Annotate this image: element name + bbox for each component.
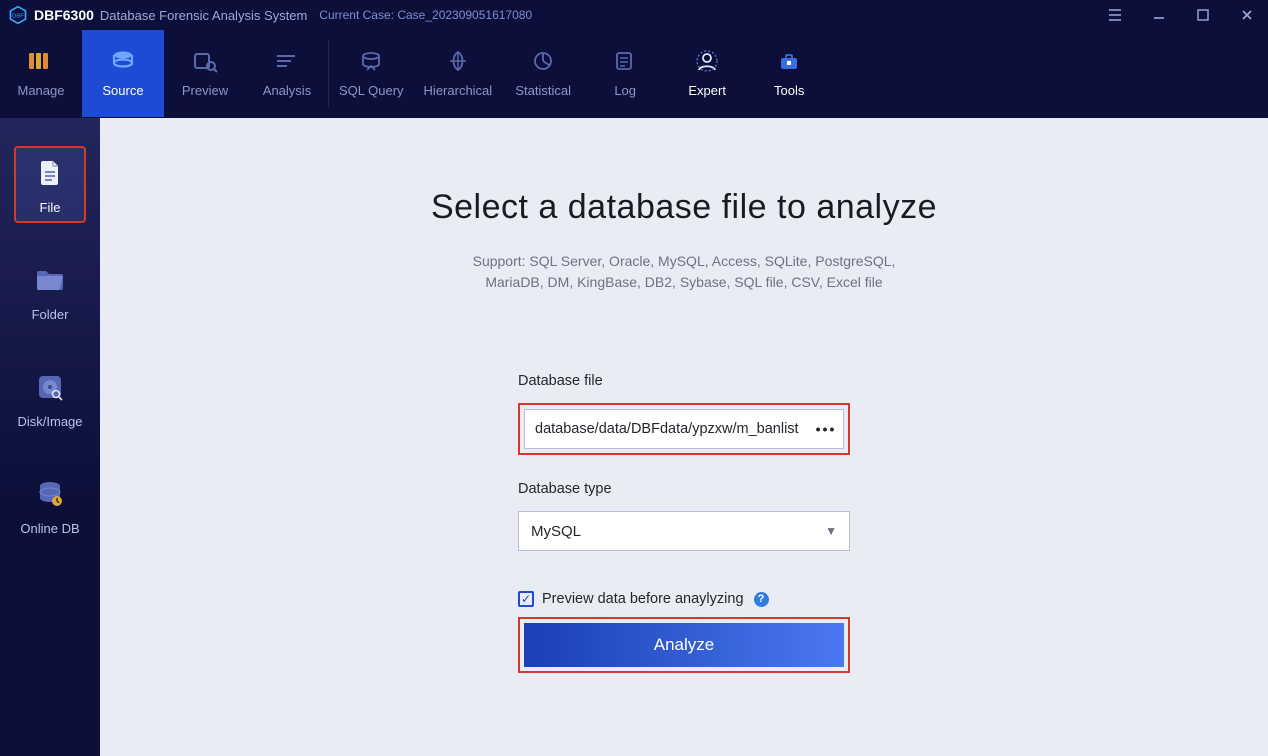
analysis-icon	[273, 47, 301, 75]
hamburger-menu-icon[interactable]	[1100, 0, 1130, 30]
tab-statistical[interactable]: Statistical	[502, 30, 584, 117]
tab-source[interactable]: Source	[82, 30, 164, 117]
db-file-highlight: •••	[518, 403, 850, 455]
tab-sqlquery[interactable]: SQL Query	[329, 30, 414, 117]
maximize-button[interactable]	[1188, 0, 1218, 30]
tab-source-label: Source	[102, 83, 143, 98]
disk-icon	[33, 370, 67, 404]
hierarchical-icon	[444, 47, 472, 75]
tab-preview-label: Preview	[182, 83, 228, 98]
tab-preview[interactable]: Preview	[164, 30, 246, 117]
sidebar-item-diskimage-label: Disk/Image	[17, 414, 82, 429]
close-button[interactable]	[1232, 0, 1262, 30]
tab-hierarchical[interactable]: Hierarchical	[414, 30, 503, 117]
statistical-icon	[529, 47, 557, 75]
tab-tools[interactable]: Tools	[748, 30, 830, 117]
tab-expert-label: Expert	[688, 83, 726, 98]
db-type-label: Database type	[518, 481, 850, 497]
tab-expert[interactable]: Expert	[666, 30, 748, 117]
sidebar-item-file-label: File	[40, 200, 61, 215]
tab-analysis[interactable]: Analysis	[246, 30, 328, 117]
app-logo-icon: DBF	[8, 5, 28, 25]
top-tabs: Manage Source Preview Analysis SQL Query…	[0, 30, 1268, 118]
svg-text:DBF: DBF	[12, 14, 24, 20]
content-area: File Folder Disk/Image Online DB Select …	[0, 118, 1268, 756]
db-file-input[interactable]	[525, 410, 809, 448]
log-icon	[611, 47, 639, 75]
tab-sqlquery-label: SQL Query	[339, 83, 404, 98]
browse-button[interactable]: •••	[809, 410, 843, 448]
analyze-form: Database file ••• Database type MySQL ▼ …	[518, 373, 850, 673]
app-brand: DBF6300	[34, 7, 94, 23]
file-icon	[33, 156, 67, 190]
tab-analysis-label: Analysis	[263, 83, 311, 98]
sqlquery-icon	[357, 47, 385, 75]
sidebar-item-folder-label: Folder	[32, 307, 69, 322]
analyze-button[interactable]: Analyze	[524, 623, 844, 667]
folder-icon	[33, 263, 67, 297]
source-icon	[109, 47, 137, 75]
tab-statistical-label: Statistical	[515, 83, 571, 98]
support-line-2: MariaDB, DM, KingBase, DB2, Sybase, SQL …	[473, 272, 896, 293]
sidebar-item-folder[interactable]: Folder	[14, 253, 86, 330]
preview-checkbox-label: Preview data before anaylyzing	[542, 591, 744, 607]
tab-manage[interactable]: Manage	[0, 30, 82, 117]
tab-log[interactable]: Log	[584, 30, 666, 117]
preview-checkbox-row[interactable]: ✓ Preview data before anaylyzing ?	[518, 591, 850, 607]
expert-icon	[693, 47, 721, 75]
app-subtitle: Database Forensic Analysis System	[100, 8, 307, 23]
support-line-1: Support: SQL Server, Oracle, MySQL, Acce…	[473, 251, 896, 272]
db-type-select[interactable]: MySQL ▼	[518, 511, 850, 551]
main-pane: Select a database file to analyze Suppor…	[100, 118, 1268, 756]
current-case-label: Current Case: Case_202309051617080	[319, 8, 532, 22]
db-file-label: Database file	[518, 373, 850, 389]
preview-checkbox[interactable]: ✓	[518, 591, 534, 607]
support-formats: Support: SQL Server, Oracle, MySQL, Acce…	[473, 251, 896, 293]
sidebar-item-diskimage[interactable]: Disk/Image	[14, 360, 86, 437]
analyze-highlight: Analyze	[518, 617, 850, 673]
sidebar-item-file[interactable]: File	[14, 146, 86, 223]
sidebar-item-onlinedb-label: Online DB	[20, 521, 79, 536]
tab-tools-label: Tools	[774, 83, 804, 98]
db-type-value: MySQL	[531, 523, 581, 540]
titlebar: DBF DBF6300 Database Forensic Analysis S…	[0, 0, 1268, 30]
preview-icon	[191, 47, 219, 75]
tab-manage-label: Manage	[18, 83, 65, 98]
manage-icon	[27, 47, 55, 75]
tools-icon	[775, 47, 803, 75]
tab-hierarchical-label: Hierarchical	[424, 83, 493, 98]
sidebar-item-onlinedb[interactable]: Online DB	[14, 467, 86, 544]
onlinedb-icon	[33, 477, 67, 511]
db-file-input-wrap: •••	[524, 409, 844, 449]
source-sidebar: File Folder Disk/Image Online DB	[0, 118, 100, 756]
tab-log-label: Log	[614, 83, 636, 98]
check-icon: ✓	[521, 593, 531, 605]
page-title: Select a database file to analyze	[431, 188, 937, 227]
chevron-down-icon: ▼	[825, 524, 837, 538]
window-controls	[1100, 0, 1262, 30]
help-icon[interactable]: ?	[754, 592, 769, 607]
minimize-button[interactable]	[1144, 0, 1174, 30]
